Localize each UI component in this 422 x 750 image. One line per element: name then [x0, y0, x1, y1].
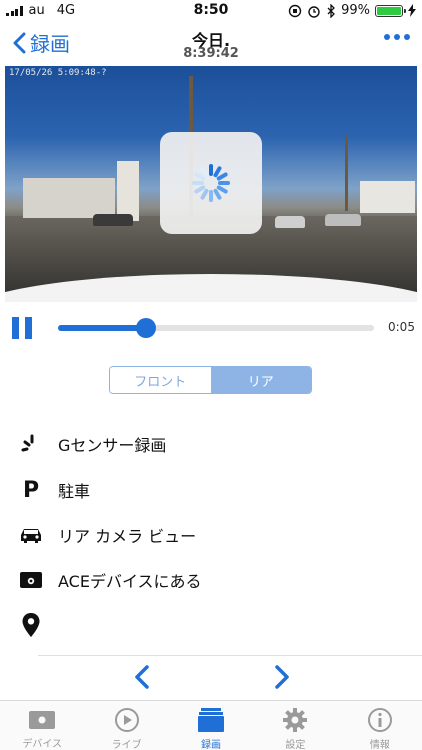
- page-subtitle: 8:39:42: [183, 46, 239, 61]
- pause-bar: [12, 317, 19, 339]
- location-pin-icon: [18, 612, 44, 638]
- orientation-lock-icon: [288, 4, 302, 17]
- segment-rear[interactable]: リア: [210, 367, 311, 393]
- battery-percent: 99%: [341, 3, 370, 18]
- tab-label: デバイス: [22, 739, 63, 750]
- info-icon: [365, 707, 395, 733]
- tab-label: ライブ: [111, 740, 142, 750]
- pause-button[interactable]: [12, 317, 34, 339]
- tab-info[interactable]: 情報: [338, 701, 422, 750]
- next-button[interactable]: [266, 662, 296, 692]
- pause-bar: [25, 317, 32, 339]
- alarm-icon: [308, 5, 320, 18]
- recordings-icon: [196, 707, 226, 733]
- tab-settings[interactable]: 設定: [253, 701, 337, 750]
- parking-icon: P: [22, 477, 40, 503]
- scene-car: [325, 214, 361, 226]
- tab-recordings[interactable]: 録画: [169, 701, 253, 750]
- scene-car: [93, 214, 133, 226]
- g-sensor-icon: [18, 431, 44, 457]
- navigation-bar: 録画 今日. 8:39:42: [0, 22, 422, 66]
- status-right: 99%: [288, 3, 416, 18]
- playback-time: 0:05: [388, 320, 415, 334]
- more-dot: [384, 34, 390, 40]
- tab-label: 情報: [369, 740, 390, 750]
- tab-live[interactable]: ライブ: [84, 701, 168, 750]
- scene-building: [117, 161, 139, 221]
- detail-label: リア カメラ ビュー: [58, 527, 197, 546]
- previous-button[interactable]: [128, 662, 158, 692]
- spinner-icon: [192, 164, 230, 202]
- camera-segmented-control: フロント リア: [109, 366, 312, 394]
- progress-slider[interactable]: [58, 318, 374, 338]
- scene-building: [360, 181, 415, 213]
- progress-thumb[interactable]: [136, 318, 157, 338]
- detail-g-sensor: Gセンサー録画: [18, 430, 408, 458]
- chevron-left-icon: [135, 665, 149, 689]
- tab-bar: デバイス ライブ 録画 設定 情報: [0, 700, 422, 750]
- scene-utility-pole: [345, 136, 348, 211]
- gear-icon: [280, 707, 310, 733]
- detail-location: [18, 611, 408, 639]
- battery-fill: [377, 6, 401, 15]
- device-tab-icon: [27, 707, 57, 732]
- detail-label: ACEデバイスにある: [58, 572, 202, 591]
- play-circle-icon: [112, 707, 142, 733]
- scene-car: [275, 216, 305, 228]
- bluetooth-icon: [327, 3, 336, 18]
- detail-rear-camera: リア カメラ ビュー: [18, 521, 408, 549]
- scene-building: [23, 178, 115, 218]
- battery-icon: [375, 4, 406, 17]
- device-icon: [18, 567, 44, 593]
- more-dot: [404, 34, 410, 40]
- detail-device: ACEデバイスにある: [18, 566, 408, 594]
- tab-devices[interactable]: デバイス: [0, 701, 84, 750]
- charging-icon: [408, 4, 416, 17]
- status-bar: au 4G 8:50 99%: [0, 0, 422, 22]
- divider: [38, 655, 422, 656]
- detail-label: Gセンサー録画: [58, 436, 167, 455]
- tab-label: 設定: [285, 740, 306, 750]
- loading-indicator: [160, 132, 262, 234]
- detail-parking: P 駐車: [18, 476, 408, 504]
- chevron-right-icon: [275, 665, 289, 689]
- video-timestamp-overlay: 17/05/26 5:09:48-?: [9, 68, 107, 78]
- more-dot: [394, 34, 400, 40]
- more-button[interactable]: [384, 34, 410, 40]
- tab-label: 録画: [201, 740, 222, 750]
- video-player[interactable]: 17/05/26 5:09:48-?: [5, 66, 417, 302]
- detail-label: 駐車: [58, 482, 91, 501]
- car-icon: [18, 522, 44, 548]
- progress-fill: [58, 325, 147, 331]
- segment-front[interactable]: フロント: [110, 367, 211, 393]
